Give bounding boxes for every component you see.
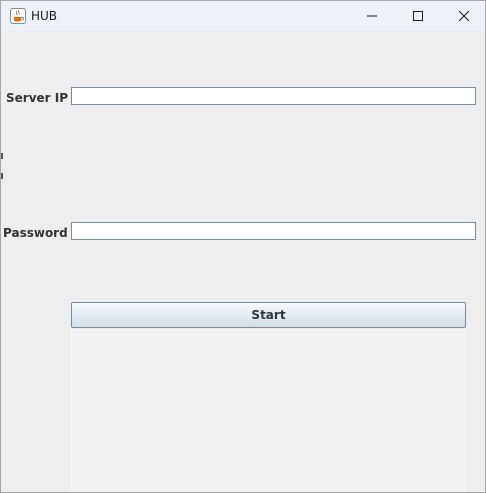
password-input[interactable] [71,222,476,240]
output-area[interactable] [71,329,466,492]
maximize-button[interactable] [395,1,441,31]
edge-tick [1,153,3,159]
server-ip-label: Server IP [6,91,69,105]
password-label: Password [3,226,68,240]
minimize-icon [366,7,378,26]
title-bar[interactable]: HUB [1,1,485,31]
app-window: HUB Server IP Password Start [0,0,486,493]
maximize-icon [412,7,424,26]
close-button[interactable] [441,1,485,31]
edge-tick [1,173,3,179]
minimize-button[interactable] [349,1,395,31]
close-icon [458,7,470,26]
java-cup-icon [10,8,26,24]
window-title: HUB [31,9,58,23]
server-ip-input[interactable] [71,87,476,105]
start-button[interactable]: Start [71,302,466,328]
